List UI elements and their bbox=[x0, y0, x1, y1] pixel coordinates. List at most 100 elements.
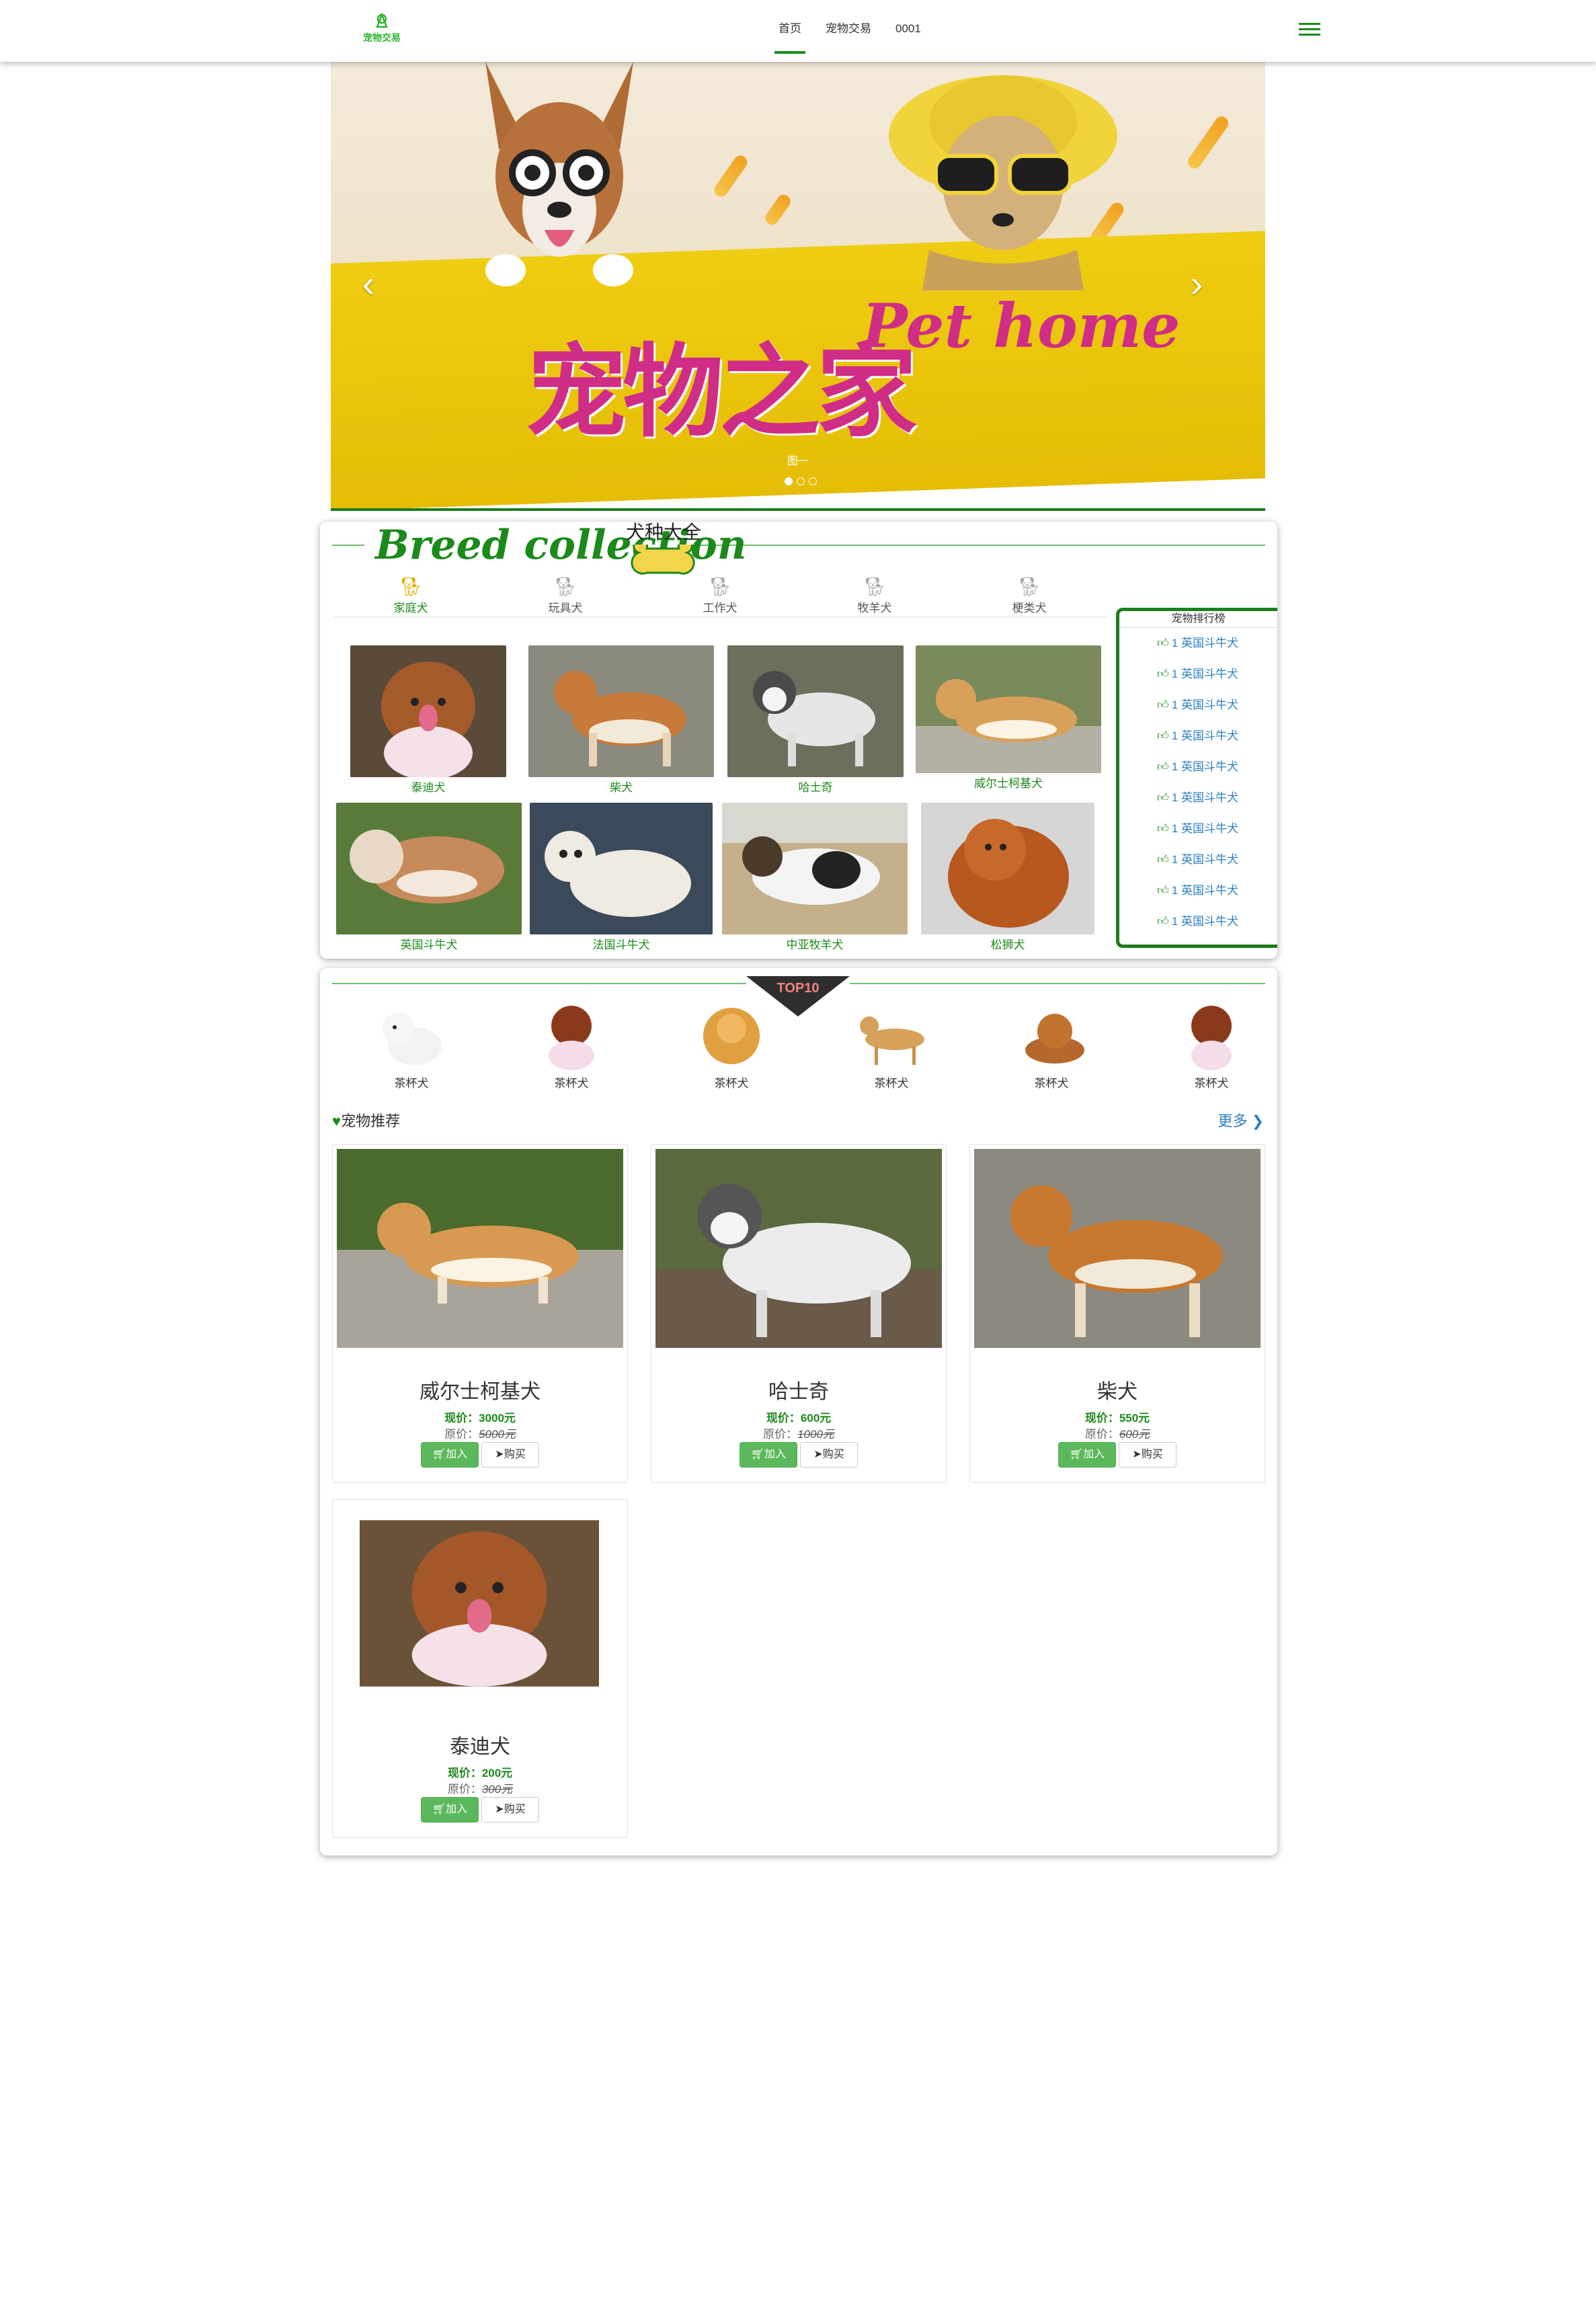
product-current-price: 现价：550元 bbox=[1084, 1412, 1150, 1425]
ranking-item[interactable]: 👍︎ 1 英国斗牛犬 bbox=[1119, 906, 1277, 937]
logo-text: 宠物交易 bbox=[363, 32, 401, 43]
breed-name: 柴犬 bbox=[610, 781, 633, 794]
ranking-item[interactable]: 👍︎ 1 英国斗牛犬 bbox=[1119, 690, 1277, 721]
banner-carousel: 宠物之家 Pet home ‹ › 图一 bbox=[331, 62, 1265, 511]
golden-thumb bbox=[860, 1016, 924, 1065]
product-card: 哈士奇 现价：600元 原价：1000元 🛒︎加入 ➤购买 bbox=[651, 1144, 947, 1483]
poodle-thumb bbox=[1025, 1014, 1084, 1064]
buy-button[interactable]: ➤购买 bbox=[800, 1442, 858, 1468]
product-card: 威尔士柯基犬 现价：3000元 原价：5000元 🛒︎加入 ➤购买 bbox=[332, 1144, 628, 1483]
husky-product-photo bbox=[655, 1149, 942, 1348]
carousel-prev-icon[interactable]: ‹ bbox=[355, 264, 382, 304]
product-original-price: 原价：300元 bbox=[447, 1783, 513, 1796]
tab-working-dog[interactable]: 🐕︎ 工作犬 bbox=[643, 575, 797, 616]
top10-recommend-panel: TOP10 茶杯犬 茶杯犬 茶杯犬 茶杯犬 茶杯犬 茶杯犬 ♥宠物推荐 更多 ❯… bbox=[320, 968, 1277, 1855]
ranking-item[interactable]: 👍︎ 1 英国斗牛犬 bbox=[1119, 875, 1277, 906]
add-to-cart-button[interactable]: 🛒︎加入 bbox=[740, 1442, 797, 1468]
ranking-item[interactable]: 👍︎ 1 英国斗牛犬 bbox=[1119, 813, 1277, 844]
carousel-caption: 图一 bbox=[787, 456, 809, 467]
more-link[interactable]: 更多 ❯ bbox=[1218, 1109, 1264, 1131]
nav-home[interactable]: 首页 bbox=[766, 0, 813, 62]
breed-card[interactable]: 哈士奇 bbox=[727, 645, 904, 795]
tab-toy-dog[interactable]: 🐕︎ 玩具犬 bbox=[488, 575, 643, 616]
product-original-price: 原价：5000元 bbox=[444, 1428, 516, 1441]
breed-card[interactable]: 法国斗牛犬 bbox=[530, 803, 713, 953]
pet-ranking-box: 宠物排行榜 👍︎ 1 英国斗牛犬 👍︎ 1 英国斗牛犬 👍︎ 1 英国斗牛犬 👍︎ 1 … bbox=[1116, 608, 1277, 948]
breed-name: 中亚牧羊犬 bbox=[786, 938, 844, 951]
breed-card[interactable]: 泰迪犬 bbox=[350, 645, 506, 795]
top10-item[interactable]: 茶杯犬 bbox=[524, 999, 619, 1091]
ranking-item[interactable]: 👍︎ 1 英国斗牛犬 bbox=[1119, 752, 1277, 783]
menu-toggle-icon[interactable] bbox=[1299, 23, 1320, 39]
top10-item[interactable]: 茶杯犬 bbox=[1164, 999, 1259, 1091]
main-nav: 首页 宠物交易 0001 bbox=[766, 0, 933, 62]
thumbs-up-icon: 👍︎ bbox=[1157, 791, 1169, 804]
product-current-price: 现价：3000元 bbox=[444, 1412, 516, 1425]
chevron-right-icon: ❯ bbox=[1251, 1113, 1264, 1129]
add-to-cart-button[interactable]: 🛒︎加入 bbox=[1058, 1442, 1116, 1468]
top10-item[interactable]: 茶杯犬 bbox=[1004, 999, 1099, 1091]
top10-item[interactable]: 茶杯犬 bbox=[364, 999, 458, 1091]
add-to-cart-button[interactable]: 🛒︎加入 bbox=[421, 1797, 479, 1823]
carousel-dot[interactable] bbox=[809, 477, 817, 485]
tab-family-dog[interactable]: 🐕︎ 家庭犬 bbox=[333, 575, 488, 616]
shiba-photo bbox=[528, 645, 714, 777]
thumbs-up-icon: 👍︎ bbox=[1157, 668, 1169, 680]
ranking-item[interactable]: 👍︎ 1 英国斗牛犬 bbox=[1119, 659, 1277, 690]
nav-pet-trade[interactable]: 宠物交易 bbox=[813, 0, 883, 62]
breed-subtitle: 犬种大全 bbox=[626, 522, 702, 543]
dog-icon: 🐕︎ bbox=[553, 576, 577, 597]
ranking-item[interactable]: 👍︎ 1 英国斗牛犬 bbox=[1119, 844, 1277, 875]
breed-name: 松狮犬 bbox=[990, 938, 1025, 951]
dog-with-hat-image bbox=[889, 75, 1117, 290]
carousel-next-icon[interactable]: › bbox=[1183, 264, 1210, 304]
product-current-price: 现价：600元 bbox=[766, 1412, 832, 1425]
svg-text:TOP10: TOP10 bbox=[777, 981, 820, 996]
buy-button[interactable]: ➤购买 bbox=[481, 1797, 539, 1823]
breed-card[interactable]: 柴犬 bbox=[528, 645, 714, 795]
top10-item[interactable]: 茶杯犬 bbox=[844, 999, 939, 1091]
banner-title-en: Pet home bbox=[862, 290, 1181, 362]
product-name: 泰迪犬 bbox=[450, 1736, 510, 1758]
corgi-photo bbox=[916, 645, 1101, 773]
buy-button[interactable]: ➤购买 bbox=[481, 1442, 539, 1468]
tab-terrier-dog[interactable]: 🐕︎ 梗类犬 bbox=[952, 575, 1107, 616]
product-original-price: 原价：600元 bbox=[1084, 1428, 1150, 1441]
breed-collection-panel: Breed collection 犬种大全 🐕︎ 家庭犬 🐕︎ 玩具犬 🐕︎ 工作犬 … bbox=[320, 522, 1277, 959]
carousel-dot[interactable] bbox=[797, 477, 805, 485]
corgi-product-photo bbox=[337, 1149, 623, 1348]
nav-user[interactable]: 0001 bbox=[883, 0, 933, 62]
teddy-thumb bbox=[549, 1006, 594, 1070]
breed-name: 法国斗牛犬 bbox=[592, 938, 650, 951]
ranking-item[interactable]: 👍︎ 1 英国斗牛犬 bbox=[1119, 783, 1277, 813]
teddy-photo bbox=[350, 645, 506, 780]
heart-icon: ♥ bbox=[332, 1113, 342, 1129]
ranking-item[interactable]: 👍︎ 1 英国斗牛犬 bbox=[1119, 721, 1277, 752]
buy-button[interactable]: ➤购买 bbox=[1119, 1442, 1176, 1468]
product-original-price: 原价：1000元 bbox=[763, 1428, 834, 1441]
carousel-dot[interactable] bbox=[785, 477, 793, 485]
breed-card[interactable]: 松狮犬 bbox=[921, 803, 1094, 953]
dog-with-glasses-image bbox=[485, 62, 633, 286]
site-logo[interactable]: 宠物交易 bbox=[360, 12, 403, 50]
product-name: 柴犬 bbox=[1097, 1381, 1138, 1403]
shiba-product-photo bbox=[974, 1149, 1261, 1348]
breed-card[interactable]: 英国斗牛犬 bbox=[336, 803, 522, 953]
product-name: 哈士奇 bbox=[768, 1381, 829, 1403]
white-dog-thumb bbox=[383, 1012, 442, 1065]
chow-chow-photo bbox=[921, 803, 1094, 934]
top10-item[interactable]: 茶杯犬 bbox=[684, 999, 779, 1091]
carousel-indicators bbox=[785, 477, 817, 485]
english-bulldog-photo bbox=[336, 803, 522, 934]
tab-shepherd-dog[interactable]: 🐕︎ 牧羊犬 bbox=[797, 575, 952, 616]
breed-card[interactable]: 中亚牧羊犬 bbox=[722, 803, 908, 953]
top-navbar: 宠物交易 首页 宠物交易 0001 bbox=[0, 0, 1596, 62]
pomeranian-thumb bbox=[703, 1008, 760, 1064]
breed-name: 威尔士柯基犬 bbox=[974, 777, 1043, 790]
logo-icon bbox=[376, 12, 388, 28]
thumbs-up-icon: 👍︎ bbox=[1157, 637, 1169, 649]
french-bulldog-photo bbox=[530, 803, 713, 934]
add-to-cart-button[interactable]: 🛒︎加入 bbox=[421, 1442, 479, 1468]
breed-card[interactable]: 威尔士柯基犬 bbox=[916, 645, 1101, 791]
ranking-item[interactable]: 👍︎ 1 英国斗牛犬 bbox=[1119, 628, 1277, 659]
